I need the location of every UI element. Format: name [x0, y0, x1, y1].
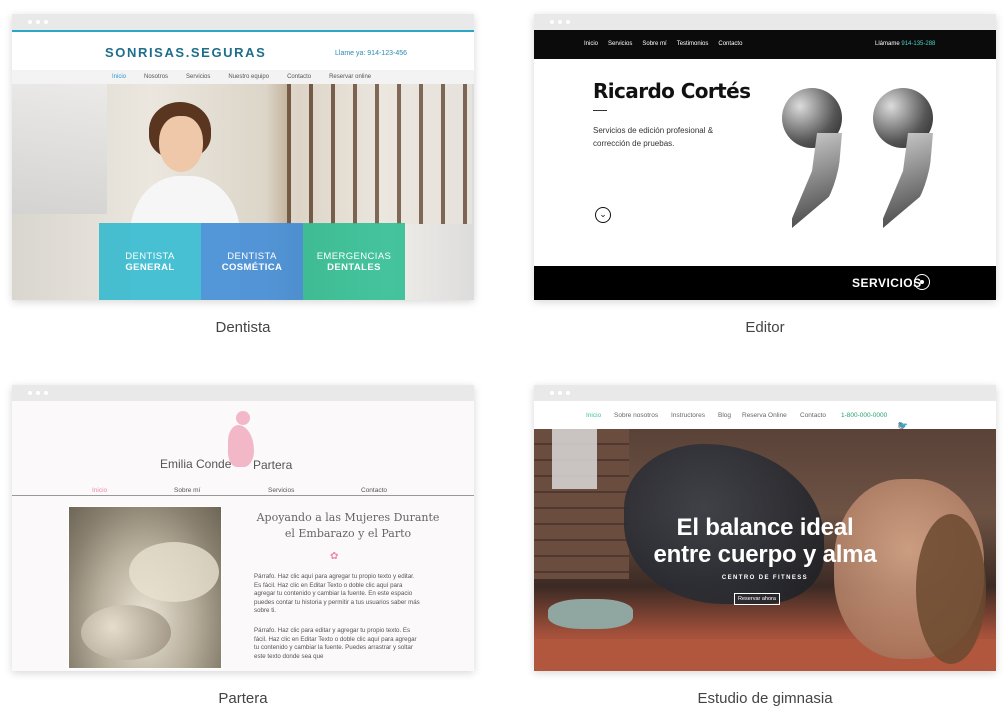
site-role: Partera — [253, 458, 293, 472]
section-title: Apoyando a las Mujeres Durante el Embaraz… — [256, 511, 440, 540]
nav-item-reserva[interactable]: Reserva Online — [742, 412, 787, 419]
template-preview-partera[interactable]: Emilia Conde Partera Inicio Sobre mí Ser… — [12, 385, 474, 671]
phone-text: Llame ya: 914-123-456 — [335, 50, 407, 57]
divider — [593, 110, 607, 111]
site-header: SONRISAS.SEGURAS Llame ya: 914-123-456 — [12, 30, 474, 70]
lotus-icon: ✿ — [330, 551, 339, 562]
sneaker-image — [548, 599, 633, 629]
nav-item-blog[interactable]: Blog — [718, 412, 731, 419]
phone-text: 1-800-000-0000 — [841, 412, 888, 419]
hero-section: Ricardo Cortés Servicios de edición prof… — [534, 59, 996, 266]
template-preview-gym[interactable]: Inicio Sobre nosotros Instructores Blog … — [534, 385, 996, 671]
services-bar: SERVICIOS — [534, 266, 996, 300]
target-icon[interactable] — [914, 274, 930, 290]
hero-subtitle: CENTRO DE FITNESS — [721, 575, 809, 581]
nav-item-equipo[interactable]: Nuestro equipo — [228, 74, 269, 80]
hero-image: DENTISTA GENERAL DENTISTA COSMÉTICA EMERGE… — [12, 84, 474, 300]
site-logo: SONRISAS.SEGURAS — [105, 45, 267, 60]
nav-item-inicio[interactable]: Inicio — [586, 412, 601, 419]
template-caption: Editor — [745, 319, 785, 336]
tile-emergencias[interactable]: EMERGENCIAS DENTALES — [303, 223, 405, 300]
dental-lamp-image — [12, 84, 107, 214]
hero-description: Servicios de edición profesional & corre… — [593, 126, 714, 148]
window-image — [287, 84, 472, 224]
quote-mark-right-image — [873, 88, 933, 228]
template-caption: Dentista — [215, 319, 271, 336]
browser-chrome — [534, 14, 996, 30]
nav-item-servicios[interactable]: Servicios — [268, 487, 294, 494]
hero-headline: El balance ideal entre cuerpo y alma — [653, 514, 877, 568]
site-name: Emilia Conde — [160, 457, 232, 471]
nav-item-contacto[interactable]: Contacto — [287, 74, 311, 80]
hero-image: El balance ideal entre cuerpo y alma CENT… — [534, 429, 996, 671]
site-nav: Inicio Sobre nosotros Instructores Blog … — [534, 401, 996, 430]
nav-item-servicios[interactable]: Servicios — [608, 41, 632, 47]
nav-item-nosotros[interactable]: Nosotros — [144, 74, 168, 80]
nav-item-sobre-mi[interactable]: Sobre mí — [642, 41, 666, 47]
site-nav: Inicio Servicios Sobre mí Testimonios Co… — [534, 30, 996, 59]
services-label[interactable]: SERVICIOS — [852, 276, 922, 290]
mother-baby-photo — [68, 506, 222, 669]
chevron-down-icon[interactable]: ⌄ — [595, 207, 611, 223]
nav-item-servicios[interactable]: Servicios — [186, 74, 210, 80]
nav-item-reservar[interactable]: Reservar online — [329, 74, 371, 80]
service-tiles: DENTISTA GENERAL DENTISTA COSMÉTICA EMERGE… — [99, 223, 405, 300]
browser-chrome — [12, 385, 474, 401]
paragraph-1: Párrafo. Haz clic aquí para agregar tu p… — [254, 573, 420, 614]
nav-item-instructores[interactable]: Instructores — [671, 412, 705, 419]
browser-chrome — [12, 14, 474, 30]
quote-mark-left-image — [782, 88, 842, 228]
phone-text: Llámame 914-135-288 — [875, 41, 936, 47]
tile-cosmetica[interactable]: DENTISTA COSMÉTICA — [201, 223, 303, 300]
nav-item-sobre-nosotros[interactable]: Sobre nosotros — [614, 412, 658, 419]
nav-item-inicio[interactable]: Inicio — [112, 74, 126, 80]
nav-item-inicio[interactable]: Inicio — [584, 41, 598, 47]
template-preview-dentista[interactable]: SONRISAS.SEGURAS Llame ya: 914-123-456 I… — [12, 14, 474, 300]
nav-item-contacto[interactable]: Contacto — [800, 412, 826, 419]
site-nav: Inicio Nosotros Servicios Nuestro equipo… — [12, 70, 474, 84]
nav-item-inicio[interactable]: Inicio — [92, 487, 107, 494]
nav-item-contacto[interactable]: Contacto — [361, 487, 387, 494]
nav-item-contacto[interactable]: Contacto — [718, 41, 742, 47]
paragraph-2: Párrafo. Haz clic para editar y agregar … — [254, 627, 417, 660]
nav-item-testimonios[interactable]: Testimonios — [677, 41, 709, 47]
divider — [12, 495, 474, 496]
template-caption: Estudio de gimnasia — [697, 690, 833, 707]
tile-general[interactable]: DENTISTA GENERAL — [99, 223, 201, 300]
template-caption: Partera — [218, 690, 268, 707]
browser-chrome — [534, 385, 996, 401]
site-body: Emilia Conde Partera Inicio Sobre mí Ser… — [12, 401, 474, 671]
reserve-button[interactable]: Reservar ahora — [734, 593, 780, 605]
window-image — [552, 429, 597, 489]
hero-title: Ricardo Cortés — [593, 79, 751, 103]
template-preview-editor[interactable]: Inicio Servicios Sobre mí Testimonios Co… — [534, 14, 996, 300]
nav-item-sobre-mi[interactable]: Sobre mí — [174, 487, 200, 494]
